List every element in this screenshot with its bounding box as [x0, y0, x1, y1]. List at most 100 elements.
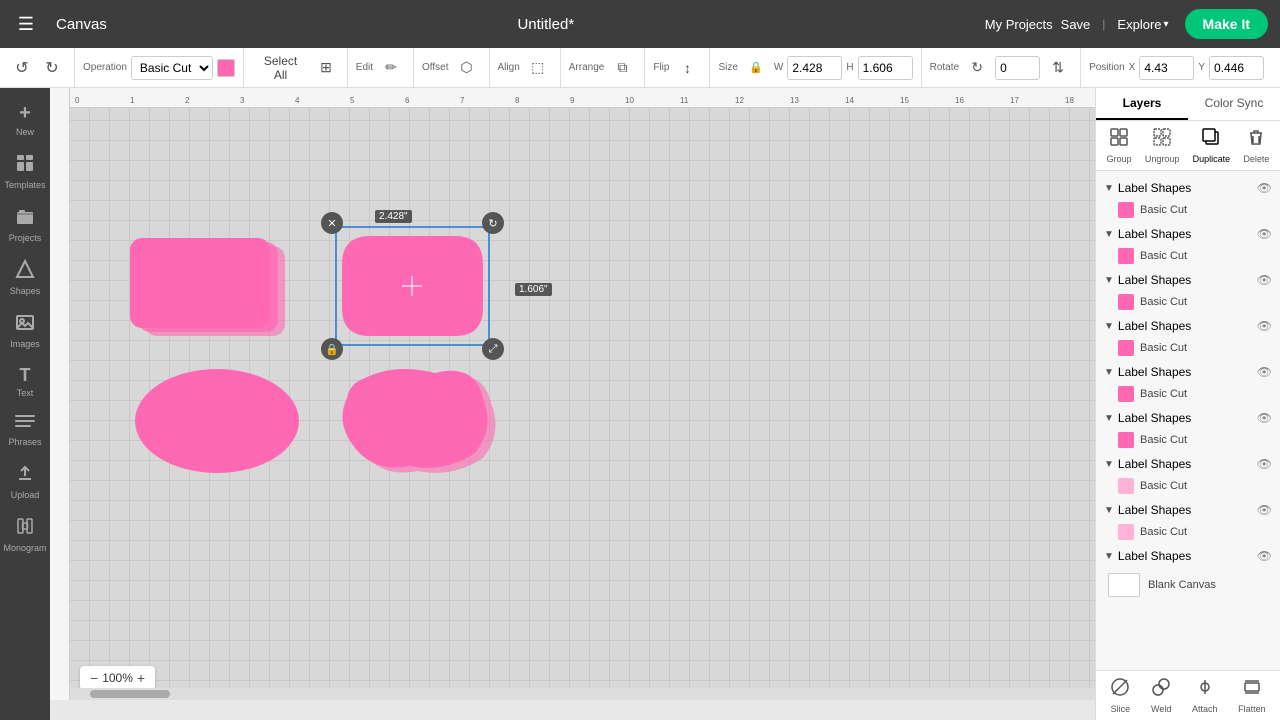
lock-icon[interactable]: 🔒	[742, 54, 770, 82]
layer-item-label-3: Basic Cut	[1140, 296, 1187, 308]
edit-label: Edit	[356, 62, 373, 73]
tab-color-sync[interactable]: Color Sync	[1188, 88, 1280, 120]
shape-selected-label[interactable]: ✕ ↻ 🔒 ⤢	[335, 226, 490, 346]
slice-button[interactable]: Slice	[1110, 677, 1130, 714]
width-input[interactable]	[787, 56, 842, 80]
sidebar-item-label-monogram: Monogram	[3, 543, 46, 553]
scale-handle[interactable]: ⤢	[482, 338, 504, 360]
sidebar-item-images[interactable]: Images	[3, 306, 47, 355]
layer-item-7[interactable]: Basic Cut	[1100, 475, 1276, 497]
undo-button[interactable]: ↺	[8, 54, 36, 82]
layer-group-5: ▼ Label Shapes 👁 Basic Cut	[1100, 361, 1276, 405]
eye-icon-1[interactable]: 👁	[1257, 181, 1272, 195]
eye-icon-6[interactable]: 👁	[1257, 411, 1272, 425]
rotate-stepper-icon[interactable]: ⇅	[1044, 54, 1072, 82]
align-icon[interactable]: ⬚	[524, 54, 552, 82]
lock-handle[interactable]: 🔒	[321, 338, 343, 360]
eye-icon-4[interactable]: 👁	[1257, 319, 1272, 333]
ungroup-button[interactable]: Ungroup	[1145, 127, 1180, 164]
align-section: Align ⬚	[498, 48, 561, 87]
zoom-out-button[interactable]: −	[90, 670, 98, 686]
horizontal-scrollbar[interactable]	[70, 688, 1095, 700]
attach-button[interactable]: Attach	[1192, 677, 1218, 714]
zoom-in-button[interactable]: +	[137, 670, 145, 686]
layer-item-8[interactable]: Basic Cut	[1100, 521, 1276, 543]
layer-item-3[interactable]: Basic Cut	[1100, 291, 1276, 313]
sidebar-item-projects[interactable]: Projects	[3, 200, 47, 249]
layer-item-1[interactable]: Basic Cut	[1100, 199, 1276, 221]
layer-header-8[interactable]: ▼ Label Shapes 👁	[1100, 499, 1276, 521]
layer-header-4[interactable]: ▼ Label Shapes 👁	[1100, 315, 1276, 337]
eye-icon-5[interactable]: 👁	[1257, 365, 1272, 379]
edit-pencil-icon[interactable]: ✏	[377, 54, 405, 82]
layer-swatch-8	[1118, 524, 1134, 540]
layer-item-5[interactable]: Basic Cut	[1100, 383, 1276, 405]
close-handle[interactable]: ✕	[321, 212, 343, 234]
select-all-button[interactable]: Select All	[252, 51, 309, 85]
eye-icon-3[interactable]: 👁	[1257, 273, 1272, 287]
layer-item-2[interactable]: Basic Cut	[1100, 245, 1276, 267]
eye-icon-9[interactable]: 👁	[1257, 549, 1272, 563]
flatten-button[interactable]: Flatten	[1238, 677, 1266, 714]
my-projects-button[interactable]: My Projects	[985, 17, 1053, 32]
operation-section: Operation Basic Cut	[83, 48, 244, 87]
undo-redo-section: ↺ ↻	[8, 48, 75, 87]
sidebar-item-shapes[interactable]: Shapes	[3, 253, 47, 302]
group-button[interactable]: Group	[1107, 127, 1132, 164]
select-grid-icon[interactable]: ⊞	[313, 54, 339, 82]
shape-blob[interactable]	[335, 358, 500, 476]
layer-header-9[interactable]: ▼ Label Shapes 👁	[1100, 545, 1276, 567]
layer-header-3[interactable]: ▼ Label Shapes 👁	[1100, 269, 1276, 291]
chevron-icon-6: ▼	[1104, 413, 1114, 424]
flip-icon[interactable]: ↕	[673, 54, 701, 82]
position-label: Position	[1089, 62, 1125, 73]
canvas-content[interactable]: 2.428" 1.606"	[70, 108, 1095, 700]
projects-icon	[15, 206, 35, 231]
tab-layers[interactable]: Layers	[1096, 88, 1188, 120]
save-button[interactable]: Save	[1061, 17, 1091, 32]
explore-button[interactable]: Explore ▾	[1117, 17, 1168, 32]
sidebar-item-templates[interactable]: Templates	[3, 147, 47, 196]
eye-icon-8[interactable]: 👁	[1257, 503, 1272, 517]
layer-header-7[interactable]: ▼ Label Shapes 👁	[1100, 453, 1276, 475]
offset-label: Offset	[422, 62, 449, 73]
redo-button[interactable]: ↻	[38, 54, 66, 82]
sidebar-item-phrases[interactable]: Phrases	[3, 408, 47, 453]
height-input[interactable]	[858, 56, 913, 80]
dim-width-label: 2.428"	[375, 210, 412, 223]
topbar-right-actions: My Projects Save | Explore ▾ Make It	[985, 9, 1268, 39]
y-input[interactable]	[1209, 56, 1264, 80]
duplicate-button[interactable]: Duplicate	[1193, 127, 1231, 164]
offset-icon[interactable]: ⬡	[453, 54, 481, 82]
layer-header-6[interactable]: ▼ Label Shapes 👁	[1100, 407, 1276, 429]
layer-header-5[interactable]: ▼ Label Shapes 👁	[1100, 361, 1276, 383]
menu-icon[interactable]: ☰	[12, 10, 40, 38]
operation-select[interactable]: Basic Cut	[131, 56, 213, 80]
arrange-icon[interactable]: ⧉	[608, 54, 636, 82]
layer-item-4[interactable]: Basic Cut	[1100, 337, 1276, 359]
delete-button[interactable]: Delete	[1243, 127, 1269, 164]
layer-item-6[interactable]: Basic Cut	[1100, 429, 1276, 451]
rotate-input[interactable]	[995, 56, 1040, 80]
shape-stacked-rects[interactable]	[130, 238, 305, 356]
sidebar-item-new[interactable]: + New	[3, 96, 47, 143]
operation-color-swatch[interactable]	[217, 59, 235, 77]
layer-group-9: ▼ Label Shapes 👁	[1100, 545, 1276, 567]
attach-icon	[1195, 677, 1215, 702]
sidebar-item-monogram[interactable]: Monogram	[3, 510, 47, 559]
make-it-button[interactable]: Make It	[1185, 9, 1268, 39]
rotate-icon[interactable]: ↻	[963, 54, 991, 82]
layer-header-1[interactable]: ▼ Label Shapes 👁	[1100, 177, 1276, 199]
sidebar-item-text[interactable]: T Text	[3, 359, 47, 404]
eye-icon-2[interactable]: 👁	[1257, 227, 1272, 241]
layer-header-2[interactable]: ▼ Label Shapes 👁	[1100, 223, 1276, 245]
blank-canvas-item[interactable]: Blank Canvas	[1100, 569, 1276, 601]
sidebar-item-upload[interactable]: Upload	[3, 457, 47, 506]
eye-icon-7[interactable]: 👁	[1257, 457, 1272, 471]
shape-large-oval[interactable]	[130, 363, 305, 481]
rotate-handle[interactable]: ↻	[482, 212, 504, 234]
layer-item-label-6: Basic Cut	[1140, 434, 1187, 446]
weld-button[interactable]: Weld	[1151, 677, 1171, 714]
group-icon	[1109, 127, 1129, 152]
x-input[interactable]	[1139, 56, 1194, 80]
